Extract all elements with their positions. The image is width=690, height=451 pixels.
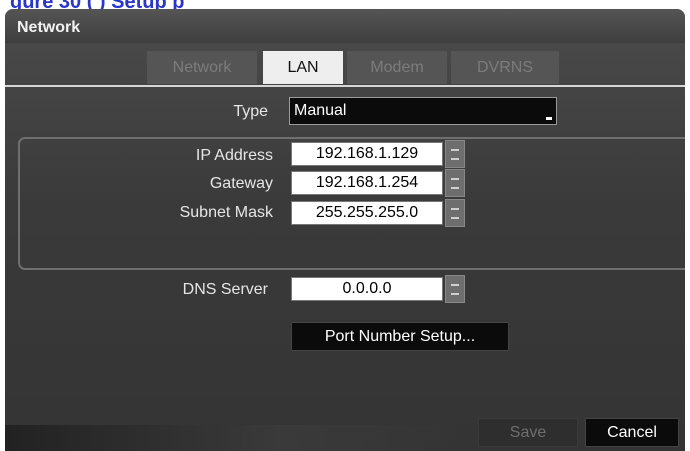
window-title: Network	[17, 19, 81, 36]
subnet-mask-spinner[interactable]	[445, 199, 465, 227]
type-dropdown-value: Manual	[294, 102, 347, 119]
dns-server-spinner[interactable]	[445, 275, 465, 303]
spin-up-icon	[451, 178, 459, 180]
subnet-mask-label: Subnet Mask	[179, 204, 273, 221]
gateway-field[interactable]: 192.168.1.254	[291, 171, 443, 195]
spin-down-icon	[451, 217, 459, 219]
subnet-mask-field[interactable]: 255.255.255.0	[291, 201, 443, 225]
type-dropdown[interactable]: Manual	[289, 97, 557, 125]
tab-strip: Network LAN Modem DVRNS	[5, 51, 685, 87]
network-setup-dialog: Network Network LAN Modem DVRNS Type Man…	[5, 9, 685, 451]
gateway-spinner[interactable]	[445, 169, 465, 197]
spin-up-icon	[451, 284, 459, 286]
tab-network[interactable]: Network	[147, 51, 257, 84]
port-number-setup-button[interactable]: Port Number Setup...	[291, 322, 509, 351]
tab-lan[interactable]: LAN	[263, 51, 343, 84]
ip-address-spinner[interactable]	[445, 140, 465, 168]
spin-up-icon	[451, 149, 459, 151]
spin-up-icon	[451, 208, 459, 210]
spin-down-icon	[451, 158, 459, 160]
cancel-button[interactable]: Cancel	[585, 418, 679, 447]
type-label: Type	[233, 103, 268, 120]
footer-shade	[5, 425, 465, 451]
title-bar: Network	[5, 9, 685, 43]
dns-server-field[interactable]: 0.0.0.0	[291, 277, 443, 301]
ip-address-label: IP Address	[195, 147, 273, 164]
ip-address-field[interactable]: 192.168.1.129	[291, 142, 443, 166]
tab-modem[interactable]: Modem	[347, 51, 447, 84]
spin-down-icon	[451, 187, 459, 189]
dropdown-arrow-icon	[546, 117, 552, 120]
save-button[interactable]: Save	[478, 418, 578, 447]
tab-dvrns[interactable]: DVRNS	[451, 51, 559, 84]
spin-down-icon	[451, 293, 459, 295]
dns-server-label: DNS Server	[182, 281, 268, 298]
gateway-label: Gateway	[209, 175, 273, 192]
